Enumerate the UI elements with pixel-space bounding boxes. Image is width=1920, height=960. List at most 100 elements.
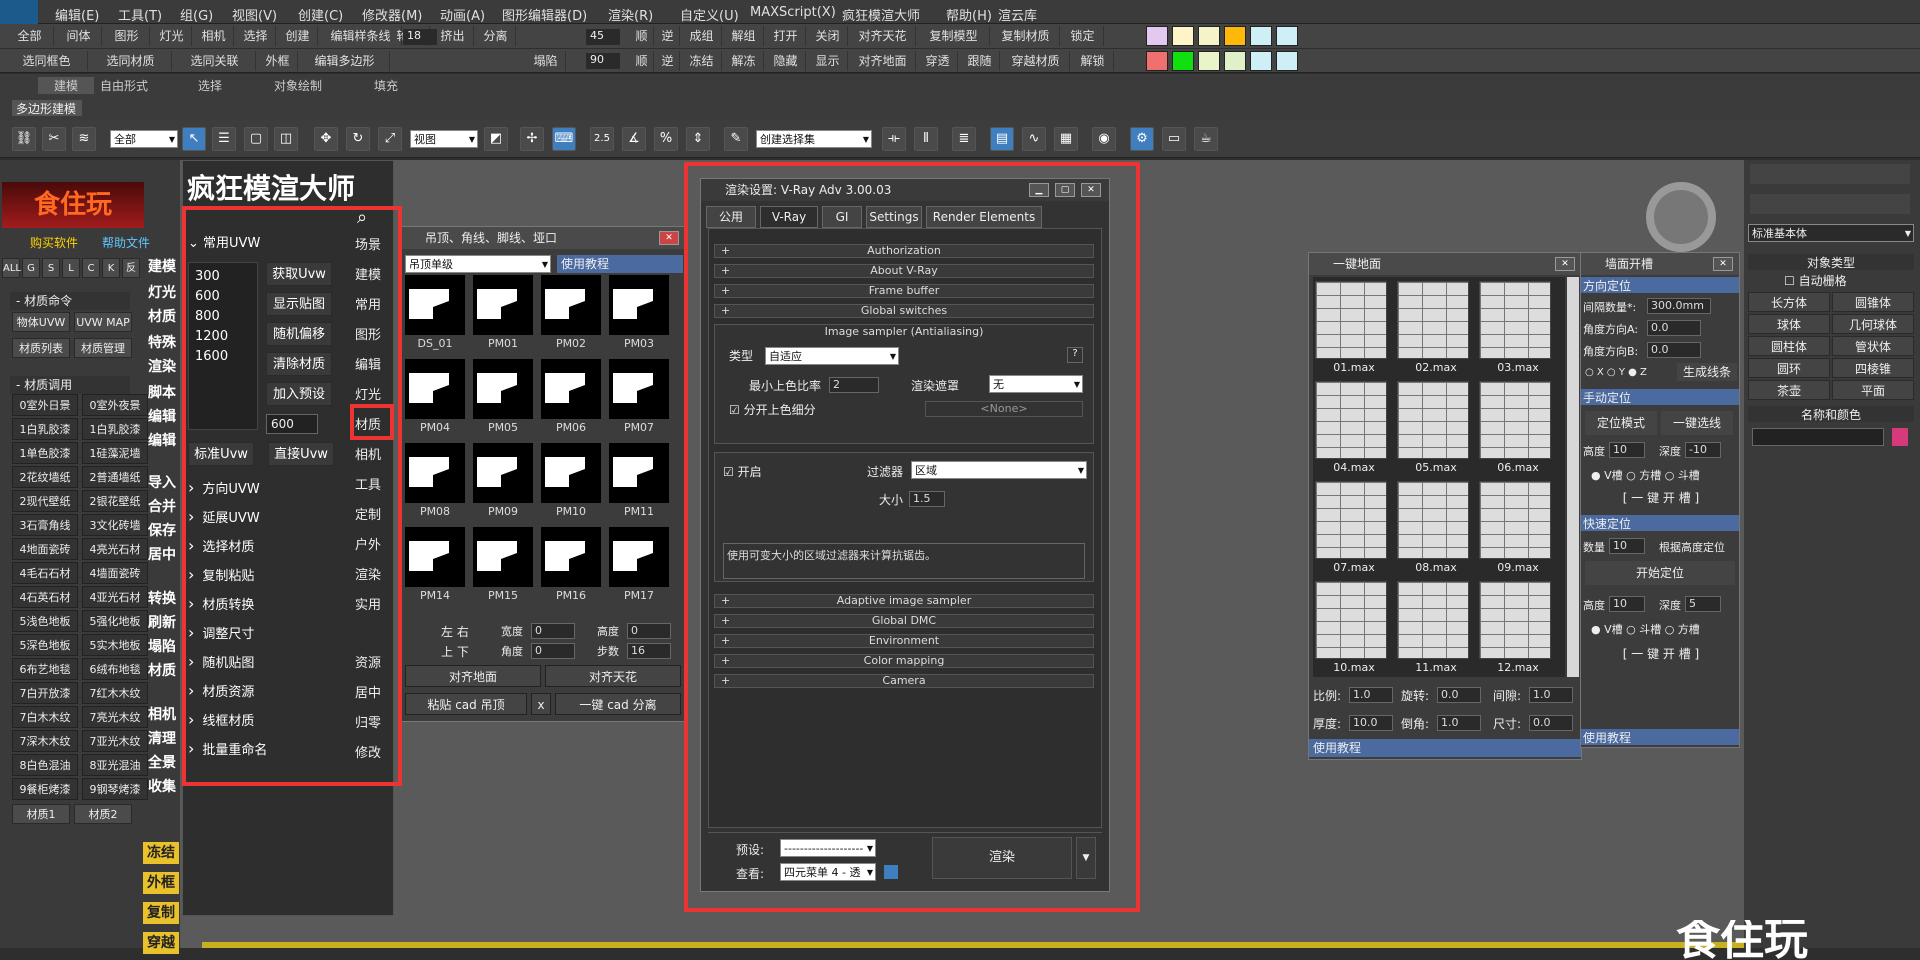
- floor-scrollbar[interactable]: [1567, 277, 1579, 677]
- quick-button[interactable]: 锁定: [1062, 26, 1104, 46]
- search-icon[interactable]: ⌕: [357, 207, 367, 228]
- sampler-type-dropdown[interactable]: 自适应: [765, 347, 899, 366]
- angle-a-field[interactable]: 0.0: [1647, 320, 1701, 336]
- primitive-button[interactable]: 圆环: [1748, 358, 1830, 378]
- master-category[interactable]: 归零: [350, 712, 386, 731]
- uvw-size-item[interactable]: 300: [195, 269, 220, 284]
- rect-select-icon[interactable]: ▢: [244, 127, 268, 151]
- master-category[interactable]: 编辑: [350, 354, 386, 373]
- material-1-button[interactable]: 材质1: [12, 804, 70, 824]
- maximize-icon[interactable]: ▢: [1055, 183, 1075, 197]
- quick-button[interactable]: 逆: [656, 51, 680, 71]
- start-locate-button[interactable]: 开始定位: [1585, 561, 1735, 585]
- floor-pattern-thumbnail[interactable]: [1397, 581, 1469, 659]
- material-item[interactable]: 1白乳胶漆: [82, 418, 148, 440]
- quick-button[interactable]: 外框: [258, 51, 298, 71]
- menu-item[interactable]: 创建(C): [298, 5, 343, 24]
- edit-named-sel-icon[interactable]: ✎: [724, 127, 748, 151]
- rotate-icon[interactable]: ↻: [346, 127, 370, 151]
- vertical-category[interactable]: 灯光: [143, 282, 181, 304]
- master-category[interactable]: 实用: [350, 594, 386, 613]
- material-item[interactable]: 8白色混油: [12, 754, 78, 776]
- ratio-field[interactable]: 1.0: [1349, 687, 1393, 703]
- master-category[interactable]: 渲染: [350, 564, 386, 583]
- vertical-category[interactable]: 特殊: [143, 332, 181, 354]
- vertical-category[interactable]: 转换: [143, 588, 181, 610]
- quick-button[interactable]: 隐藏: [766, 51, 806, 71]
- depth-field-2[interactable]: 5: [1685, 596, 1721, 612]
- floor-pattern-thumbnail[interactable]: [1315, 581, 1387, 659]
- uvw-size-list[interactable]: 300 600 800 1200 1600: [188, 262, 258, 430]
- render-rollout[interactable]: Global switches: [714, 304, 1094, 318]
- floor-pattern-thumbnail[interactable]: [1479, 481, 1551, 559]
- vertical-category[interactable]: 材质: [143, 660, 181, 682]
- master-category[interactable]: 常用: [350, 294, 386, 313]
- timeline-bar[interactable]: [202, 942, 1770, 948]
- percent-snap-icon[interactable]: %: [654, 127, 678, 151]
- stepper-a[interactable]: 18: [403, 29, 437, 45]
- paste-cad-button[interactable]: 粘贴 cad 吊顶: [405, 693, 527, 715]
- master-fold-item[interactable]: 方向UVW: [188, 476, 343, 500]
- layer-icon[interactable]: ≣: [952, 127, 976, 151]
- quick-action-button[interactable]: 冻结: [143, 842, 179, 864]
- master-category[interactable]: 工具: [350, 474, 386, 493]
- render-icon[interactable]: ☕: [1194, 127, 1218, 151]
- filter-on-checkbox[interactable]: ☑ 开启: [723, 463, 762, 480]
- render-options-icon[interactable]: ▼: [1076, 837, 1096, 879]
- profile-thumbnail[interactable]: [541, 443, 601, 503]
- vertical-category[interactable]: 材质: [143, 306, 181, 328]
- close-icon[interactable]: ✕: [1713, 257, 1733, 271]
- selection-filter-dropdown[interactable]: 全部: [110, 130, 178, 149]
- quick-button[interactable]: 冻结: [682, 51, 722, 71]
- one-key-groove-button-2[interactable]: [ 一 键 开 槽 ]: [1591, 645, 1731, 665]
- material-item[interactable]: 1白乳胶漆: [12, 418, 78, 440]
- material-item[interactable]: 1硅藻泥墙: [82, 442, 148, 464]
- render-rollout[interactable]: Color mapping: [714, 654, 1094, 668]
- quick-button[interactable]: 跟随: [960, 51, 1000, 71]
- master-fold-item[interactable]: 线框材质: [188, 708, 343, 732]
- material-item[interactable]: 9餐柜烤漆: [12, 778, 78, 800]
- render-mask-dropdown[interactable]: 无: [989, 375, 1083, 394]
- floor-pattern-thumbnail[interactable]: [1397, 381, 1469, 459]
- one-key-groove-button[interactable]: [ 一 键 开 槽 ]: [1591, 489, 1731, 509]
- primitive-button[interactable]: 圆锥体: [1832, 292, 1914, 312]
- filter-button[interactable]: L: [62, 258, 80, 278]
- align-ground-button[interactable]: 对齐地面: [405, 665, 541, 687]
- master-action-button[interactable]: 获取Uvw: [266, 262, 332, 286]
- up-down-button[interactable]: 上 下: [441, 643, 489, 661]
- material-item[interactable]: 4地面瓷砖: [12, 538, 78, 560]
- menu-item[interactable]: 渲染(R): [608, 5, 653, 24]
- quick-button[interactable]: 解锁: [1072, 51, 1114, 71]
- scene-explorer-icon[interactable]: ▤: [990, 127, 1014, 151]
- profile-thumbnail[interactable]: [473, 443, 533, 503]
- quick-button[interactable]: 灯光: [152, 26, 192, 46]
- material-item[interactable]: 7亚光木纹: [82, 730, 148, 752]
- profile-thumbnail[interactable]: [609, 527, 669, 587]
- master-category[interactable]: 定制: [350, 504, 386, 523]
- primitive-button[interactable]: 圆柱体: [1748, 336, 1830, 356]
- master-fold-item[interactable]: 调整尺寸: [188, 621, 343, 645]
- menu-item[interactable]: 疯狂模渲大师: [842, 5, 920, 24]
- quick-button[interactable]: 分离: [476, 26, 516, 46]
- vertical-category[interactable]: 相机: [143, 704, 181, 726]
- menu-item[interactable]: 组(G): [180, 5, 213, 24]
- vertical-category[interactable]: 建模: [143, 256, 181, 278]
- preset-dropdown[interactable]: --------------------: [780, 839, 876, 858]
- render-setup-icon[interactable]: ⚙: [1130, 127, 1154, 151]
- menu-item[interactable]: 渲云库: [998, 5, 1037, 24]
- angle-snap-icon[interactable]: ∡: [622, 127, 646, 151]
- split-cad-button[interactable]: 一键 cad 分离: [555, 693, 681, 715]
- material-item[interactable]: 3文化砖墙: [82, 514, 148, 536]
- vertical-category[interactable]: 合并: [143, 496, 181, 518]
- vertical-category[interactable]: 脚本: [143, 382, 181, 404]
- scale-icon[interactable]: ⤢: [378, 127, 402, 151]
- quick-button[interactable]: 选同关联: [174, 51, 256, 71]
- quick-button[interactable]: 图形: [104, 26, 150, 46]
- master-category[interactable]: 图形: [350, 324, 386, 343]
- quick-button[interactable]: 逆: [656, 26, 680, 46]
- material-item[interactable]: 7深木木纹: [12, 730, 78, 752]
- master-fold-item[interactable]: 批量重命名: [188, 737, 343, 761]
- height-field[interactable]: 10: [1609, 442, 1645, 458]
- generate-lines-button[interactable]: 生成线条: [1677, 363, 1737, 381]
- vertical-category[interactable]: 居中: [143, 544, 181, 566]
